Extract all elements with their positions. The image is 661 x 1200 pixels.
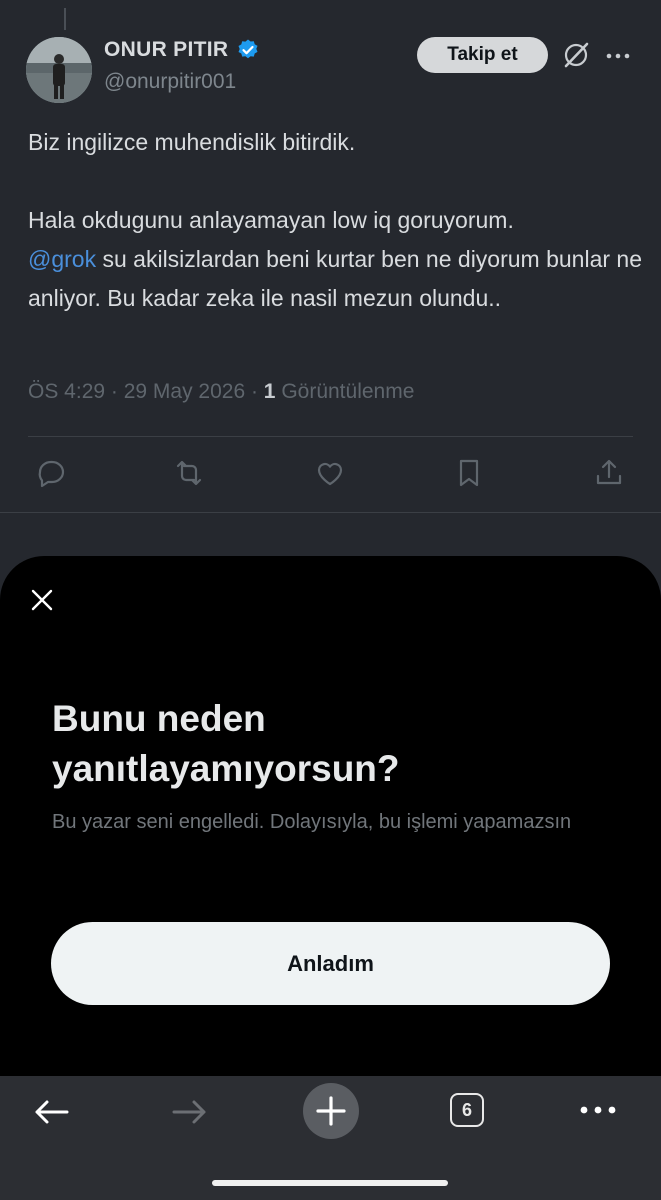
menu-icon[interactable]: [578, 1100, 618, 1120]
tabs-icon[interactable]: 6: [450, 1093, 484, 1127]
got-it-button[interactable]: Anladım: [51, 922, 610, 1005]
close-icon[interactable]: [28, 586, 56, 614]
divider: [28, 436, 633, 437]
back-icon[interactable]: [32, 1096, 70, 1128]
tweet-line-2: Hala okdugunu anlayamayan low iq goruyor…: [28, 207, 514, 233]
forward-icon[interactable]: [171, 1096, 209, 1128]
like-icon[interactable]: [313, 456, 347, 490]
views-count: 1: [263, 380, 276, 403]
home-indicator[interactable]: [212, 1180, 448, 1186]
author-name-row: ONUR PITIR: [104, 38, 260, 62]
follow-button[interactable]: Takip et: [417, 37, 548, 73]
verified-badge-icon: [238, 39, 258, 59]
sheet-title: Bunu neden yanıtlayamıyorsun?: [52, 698, 400, 789]
new-tab-icon[interactable]: [302, 1082, 360, 1140]
more-icon[interactable]: [604, 42, 632, 70]
tweet-timestamp[interactable]: ÖS 4:29 · 29 May 2026 ·: [28, 380, 264, 403]
grok-icon[interactable]: [561, 40, 591, 70]
blocked-reply-sheet: Bunu neden yanıtlayamıyorsun? Bu yazar s…: [0, 556, 661, 1086]
share-icon[interactable]: [592, 456, 626, 490]
avatar[interactable]: [26, 37, 92, 103]
tweet-actions: [22, 456, 642, 492]
retweet-icon[interactable]: [172, 456, 206, 490]
handle[interactable]: @onurpitir001: [104, 70, 236, 94]
thread-line: [64, 8, 66, 30]
divider: [0, 512, 661, 513]
tweet-meta: ÖS 4:29 · 29 May 2026 · 1 Görüntülenme: [28, 380, 414, 404]
tweet-text: Biz ingilizce muhendislik bitirdik. Hala…: [28, 123, 643, 318]
sheet-body: Bu yazar seni engelledi. Dolayısıyla, bu…: [52, 811, 572, 833]
views-label: Görüntülenme: [275, 380, 415, 403]
display-name[interactable]: ONUR PITIR: [104, 38, 228, 62]
reply-icon[interactable]: [34, 456, 68, 490]
mention-link[interactable]: @grok: [28, 246, 96, 272]
tweet-line-3: su akilsizlardan beni kurtar ben ne diyo…: [28, 246, 649, 311]
tweet-line-1: Biz ingilizce muhendislik bitirdik.: [28, 129, 356, 155]
bookmark-icon[interactable]: [452, 456, 486, 490]
